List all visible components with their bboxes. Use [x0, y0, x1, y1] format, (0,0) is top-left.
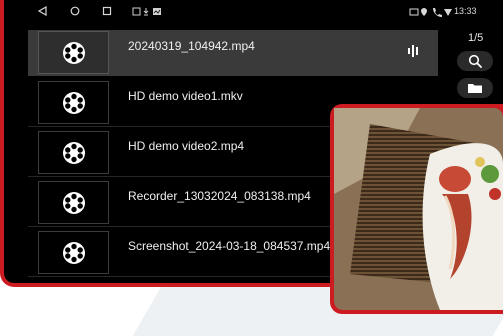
video-preview-card: [330, 104, 503, 314]
film-reel-icon: [63, 242, 85, 264]
page-indicator: 1/5: [468, 32, 484, 44]
home-circle-icon[interactable]: [70, 6, 80, 16]
video-thumbnail: [38, 81, 109, 124]
equalizer-icon: [408, 45, 418, 57]
film-reel-icon: [63, 92, 85, 114]
notification-icons: [132, 7, 161, 16]
back-triangle-icon[interactable]: [38, 6, 47, 16]
file-name: Screenshot_2024-03-18_084537.mp4: [128, 239, 331, 253]
recents-square-icon[interactable]: [102, 6, 112, 16]
video-preview-image: [334, 108, 503, 310]
film-reel-icon: [63, 142, 85, 164]
file-name: 20240319_104942.mp4: [128, 39, 255, 53]
search-icon: [468, 54, 482, 68]
folder-button[interactable]: [457, 78, 493, 98]
film-reel-icon: [63, 42, 85, 64]
file-name: HD demo video1.mkv: [128, 89, 243, 103]
video-thumbnail: [38, 231, 109, 274]
system-status-icons: [409, 8, 452, 17]
status-bar: 13:33: [4, 0, 503, 24]
video-thumbnail: [38, 181, 109, 224]
list-item[interactable]: 20240319_104942.mp4: [28, 30, 438, 76]
folder-icon: [468, 84, 482, 93]
film-reel-icon: [63, 192, 85, 214]
search-button[interactable]: [457, 51, 493, 71]
file-name: Recorder_13032024_083138.mp4: [128, 189, 311, 203]
status-time: 13:33: [454, 6, 477, 16]
file-name: HD demo video2.mp4: [128, 139, 245, 153]
video-thumbnail: [38, 131, 109, 174]
video-thumbnail: [38, 31, 109, 74]
